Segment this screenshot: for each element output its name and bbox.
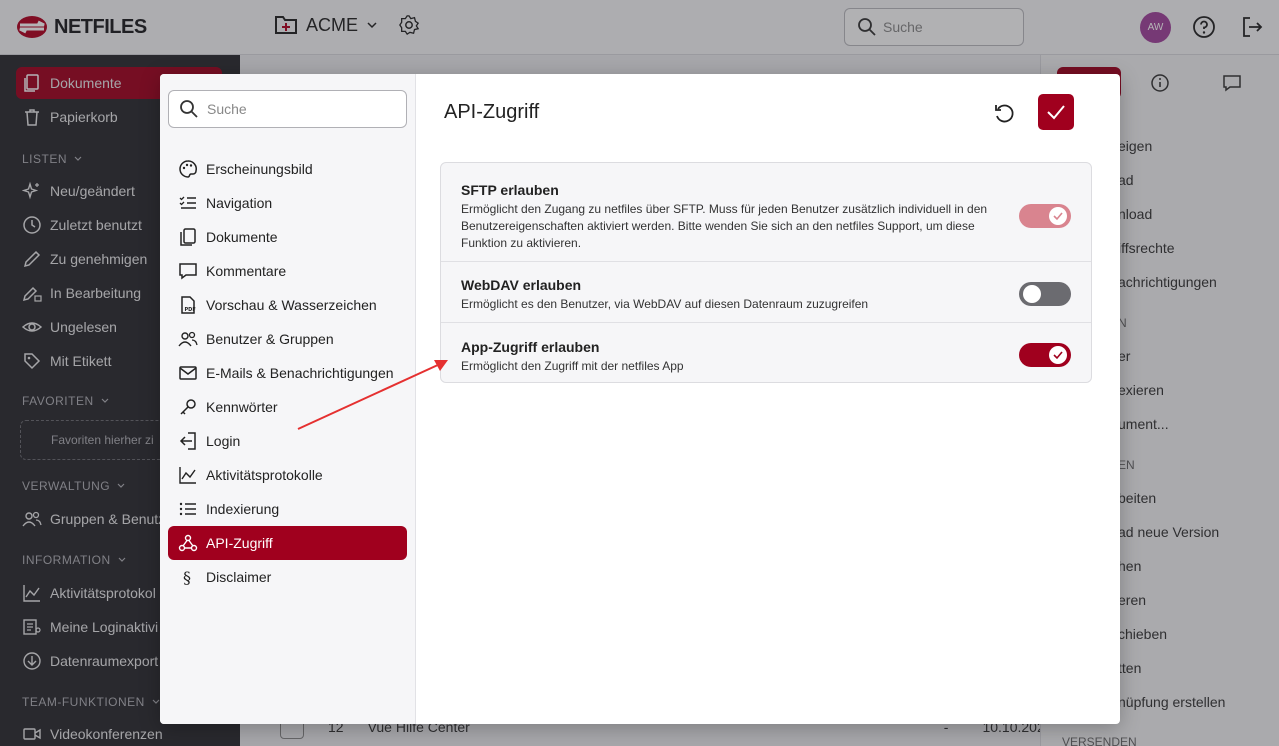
documents-icon bbox=[180, 228, 196, 246]
pdf-icon: PDF bbox=[181, 296, 196, 314]
list-check-icon bbox=[179, 196, 196, 209]
sftp-toggle[interactable] bbox=[1019, 204, 1071, 228]
comment-icon bbox=[179, 263, 197, 280]
login-icon bbox=[179, 432, 196, 450]
nav-item-label: Dokumente bbox=[206, 229, 278, 245]
webdav-toggle[interactable] bbox=[1019, 282, 1071, 306]
settings-search-placeholder: Suche bbox=[207, 101, 247, 117]
setting-description: Ermöglicht den Zugang zu netfiles über S… bbox=[461, 202, 988, 250]
setting-title: SFTP erlauben bbox=[461, 182, 559, 198]
setting-sftp: SFTP erlauben Ermöglicht den Zugang zu n… bbox=[441, 182, 1091, 262]
nav-item-login[interactable]: Login bbox=[168, 424, 407, 458]
settings-card: SFTP erlauben Ermöglicht den Zugang zu n… bbox=[440, 162, 1092, 383]
mail-icon bbox=[179, 366, 197, 380]
setting-title: WebDAV erlauben bbox=[461, 277, 582, 293]
webhook-icon bbox=[178, 534, 198, 552]
save-button[interactable] bbox=[1038, 94, 1074, 130]
nav-item-appearance[interactable]: Erscheinungsbild bbox=[168, 152, 407, 186]
nav-item-label: Aktivitätsprotokolle bbox=[206, 467, 323, 483]
reset-button[interactable] bbox=[988, 98, 1020, 130]
nav-item-label: Kommentare bbox=[206, 263, 287, 279]
settings-search-input[interactable]: Suche bbox=[168, 90, 407, 128]
section-icon: § bbox=[183, 568, 191, 587]
nav-item-label: E-Mails & Benachrichtigungen bbox=[206, 365, 394, 381]
nav-item-label: Kennwörter bbox=[206, 399, 278, 415]
svg-text:PDF: PDF bbox=[185, 307, 196, 313]
toggle-knob bbox=[1049, 346, 1067, 364]
toggle-knob bbox=[1049, 207, 1067, 225]
list-icon bbox=[179, 502, 196, 516]
check-icon bbox=[1053, 212, 1063, 221]
nav-item-label: Vorschau & Wasserzeichen bbox=[206, 297, 377, 313]
settings-nav: Suche Erscheinungsbild Navigation Dokume… bbox=[160, 74, 416, 724]
check-icon bbox=[1053, 351, 1063, 360]
nav-item-indexing[interactable]: Indexierung bbox=[168, 492, 407, 526]
users-icon bbox=[178, 331, 198, 347]
nav-item-comments[interactable]: Kommentare bbox=[168, 254, 407, 288]
nav-item-label: Navigation bbox=[206, 195, 273, 211]
nav-item-label: Indexierung bbox=[206, 501, 280, 517]
key-icon bbox=[180, 399, 196, 415]
nav-item-label: API-Zugriff bbox=[206, 535, 273, 551]
toggle-knob bbox=[1023, 285, 1041, 303]
app-access-toggle[interactable] bbox=[1019, 343, 1071, 367]
setting-title: App-Zugriff erlauben bbox=[461, 339, 600, 355]
search-icon bbox=[180, 100, 198, 118]
nav-item-disclaimer[interactable]: § Disclaimer bbox=[168, 560, 407, 594]
nav-item-api-access[interactable]: API-Zugriff bbox=[168, 526, 407, 560]
setting-description: Ermöglicht es den Benutzer, via WebDAV a… bbox=[461, 297, 869, 311]
setting-app-access: App-Zugriff erlauben Ermöglicht den Zugr… bbox=[441, 322, 1091, 383]
nav-item-users-groups[interactable]: Benutzer & Gruppen bbox=[168, 322, 407, 356]
settings-dialog: Suche Erscheinungsbild Navigation Dokume… bbox=[160, 74, 1120, 724]
nav-item-documents[interactable]: Dokumente bbox=[168, 220, 407, 254]
setting-webdav: WebDAV erlauben Ermöglicht es den Benutz… bbox=[441, 261, 1091, 321]
nav-item-label: Login bbox=[206, 433, 241, 449]
nav-item-navigation[interactable]: Navigation bbox=[168, 186, 407, 220]
nav-item-label: Benutzer & Gruppen bbox=[206, 331, 334, 347]
palette-icon bbox=[179, 160, 197, 178]
nav-item-label: Erscheinungsbild bbox=[206, 161, 313, 177]
check-icon bbox=[1047, 105, 1065, 120]
nav-item-activity-logs[interactable]: Aktivitätsprotokolle bbox=[168, 458, 407, 492]
nav-item-label: Disclaimer bbox=[206, 569, 272, 585]
svg-text:§: § bbox=[183, 568, 191, 587]
nav-item-emails[interactable]: E-Mails & Benachrichtigungen bbox=[168, 356, 407, 390]
nav-item-passwords[interactable]: Kennwörter bbox=[168, 390, 407, 424]
undo-icon bbox=[995, 104, 1014, 123]
dialog-title: API-Zugriff bbox=[444, 101, 540, 123]
setting-description: Ermöglicht den Zugriff mit der netfiles … bbox=[461, 359, 684, 373]
nav-item-preview[interactable]: PDF Vorschau & Wasserzeichen bbox=[168, 288, 407, 322]
chart-icon bbox=[179, 467, 196, 484]
